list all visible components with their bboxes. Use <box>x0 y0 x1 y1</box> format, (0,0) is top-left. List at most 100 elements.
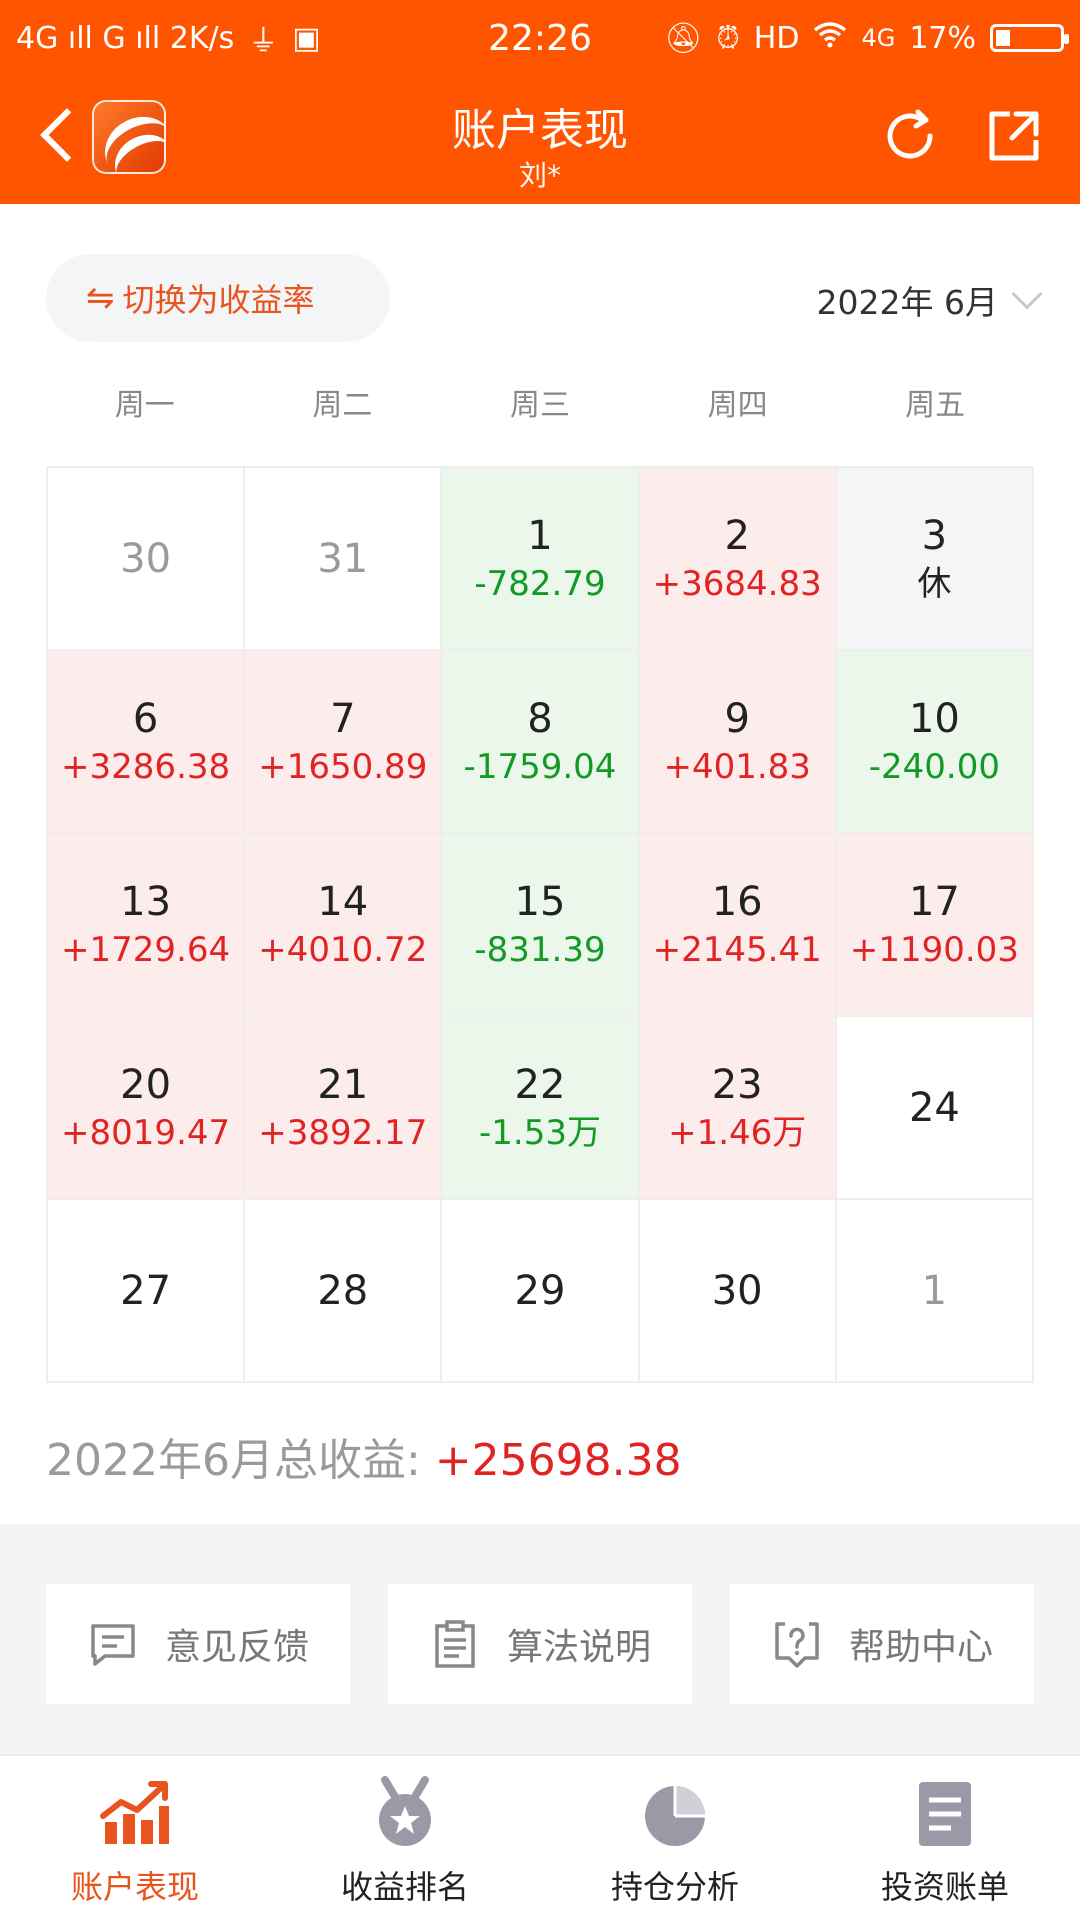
calendar-day-cell[interactable]: 30 <box>639 1200 837 1383</box>
day-profit: -1759.04 <box>463 747 617 788</box>
bottom-tab-bar: 账户表现 收益排名 持仓分析 投资账单 <box>0 1754 1080 1920</box>
day-profit: +1729.64 <box>61 930 231 971</box>
profit-calendar: 30 31 1 -782.79 2 +3684.83 3休 6 +3286.38 7 +… <box>46 466 1034 1383</box>
switch-to-rate-button[interactable]: ⇋ 切换为收益率 <box>46 254 390 342</box>
share-button[interactable] <box>982 104 1046 168</box>
calendar-day-cell[interactable]: 28 <box>245 1200 443 1383</box>
calendar-day-cell[interactable]: 6 +3286.38 <box>48 651 246 834</box>
calendar-day-cell[interactable]: 1 -782.79 <box>442 468 640 651</box>
day-number: 17 <box>908 879 960 926</box>
day-profit: +3684.83 <box>652 564 822 605</box>
tab-investment-bill[interactable]: 投资账单 <box>810 1756 1080 1920</box>
day-profit: +3286.38 <box>61 747 231 788</box>
switch-label: 切换为收益率 <box>122 281 315 319</box>
wifi-icon <box>813 20 847 56</box>
battery-percent: 17% <box>909 20 976 56</box>
calendar-day-cell[interactable]: 20 +8019.47 <box>48 1017 246 1200</box>
total-amount: +25698.38 <box>434 1435 682 1486</box>
day-number: 21 <box>317 1062 369 1109</box>
tab-account-performance[interactable]: 账户表现 <box>0 1756 270 1920</box>
calendar-day-cell[interactable]: 14 +4010.72 <box>245 834 443 1017</box>
tab-label: 账户表现 <box>70 1868 199 1906</box>
swap-icon: ⇋ <box>86 278 115 318</box>
app-header: 4G ıll G ıll 2K/s ⏚ ▣ 🔕︎ ⏰︎ HD 4G 17% 22… <box>0 0 1080 204</box>
weekday-label: 周四 <box>707 388 768 423</box>
month-label: 2022年 6月 <box>816 283 998 322</box>
weekday-label: 周三 <box>509 388 570 423</box>
day-profit: -831.39 <box>474 930 606 971</box>
day-profit: +8019.47 <box>61 1113 231 1154</box>
day-number: 29 <box>514 1267 566 1314</box>
day-number: 23 <box>711 1062 763 1109</box>
day-number: 3 <box>921 513 948 560</box>
trend-chart-icon <box>100 1781 169 1844</box>
day-profit: +3892.17 <box>258 1113 428 1154</box>
calendar-day-cell[interactable]: 31 <box>245 468 443 651</box>
calendar-day-cell[interactable]: 27 <box>48 1200 246 1383</box>
calendar-day-cell[interactable]: 10 -240.00 <box>836 651 1034 834</box>
weekday-label: 周一 <box>114 388 175 423</box>
calendar-day-cell[interactable]: 16 +2145.41 <box>639 834 837 1017</box>
signal-network-text: 4G ıll G ıll 2K/s <box>16 20 235 56</box>
document-icon <box>919 1782 971 1846</box>
medal-icon <box>379 1776 431 1846</box>
calendar-day-cell[interactable]: 7 +1650.89 <box>245 651 443 834</box>
algorithm-button[interactable]: 算法说明 <box>388 1584 692 1704</box>
day-profit: -782.79 <box>474 564 606 605</box>
calendar-day-cell[interactable]: 13 +1729.64 <box>48 834 246 1017</box>
calendar-day-cell[interactable]: 9 +401.83 <box>639 651 837 834</box>
calendar-day-cell[interactable]: 22 -1.53万 <box>442 1017 640 1200</box>
feedback-label: 意见反馈 <box>164 1627 309 1668</box>
mute-icon: 🔕︎ <box>664 20 703 56</box>
calendar-day-cell[interactable]: 2 +3684.83 <box>639 468 837 651</box>
help-center-button[interactable]: 帮助中心 <box>730 1584 1034 1704</box>
day-profit: +401.83 <box>663 747 811 788</box>
calendar-day-cell[interactable]: 3休 <box>836 468 1034 651</box>
message-icon <box>91 1624 135 1666</box>
day-profit: +4010.72 <box>258 930 428 971</box>
help-icon <box>775 1622 819 1668</box>
day-number: 27 <box>120 1267 172 1314</box>
battery-icon <box>990 24 1069 52</box>
hd-text: HD <box>753 20 800 56</box>
feedback-button[interactable]: 意见反馈 <box>46 1584 350 1704</box>
day-number: 16 <box>711 879 763 926</box>
day-number: 31 <box>317 535 369 582</box>
calendar-day-cell[interactable]: 1 <box>836 1200 1034 1383</box>
day-number: 2 <box>724 513 750 560</box>
tab-profit-ranking[interactable]: 收益排名 <box>270 1756 540 1920</box>
algorithm-label: 算法说明 <box>506 1627 651 1668</box>
tab-label: 投资账单 <box>880 1868 1009 1906</box>
calendar-day-cell[interactable]: 17 +1190.03 <box>836 834 1034 1017</box>
calendar-day-cell[interactable]: 30 <box>48 468 246 651</box>
tab-position-analysis[interactable]: 持仓分析 <box>540 1756 810 1920</box>
day-number: 30 <box>711 1267 763 1314</box>
weekday-label: 周五 <box>905 388 966 423</box>
day-number: 13 <box>120 879 172 926</box>
holiday-label: 休 <box>917 564 952 605</box>
weekday-label: 周二 <box>312 388 373 423</box>
day-profit: +2145.41 <box>652 930 822 971</box>
calendar-day-cell[interactable]: 15 -831.39 <box>442 834 640 1017</box>
calendar-day-cell[interactable]: 23 +1.46万 <box>639 1017 837 1200</box>
day-number: 1 <box>921 1267 948 1314</box>
day-number: 1 <box>527 513 553 560</box>
day-number: 6 <box>132 696 159 743</box>
calendar-day-cell[interactable]: 29 <box>442 1200 640 1383</box>
usb-icon: ⏚ <box>248 24 279 59</box>
refresh-button[interactable] <box>878 104 942 168</box>
chevron-down-icon <box>1011 278 1043 310</box>
day-number: 9 <box>724 696 750 743</box>
day-number: 22 <box>514 1062 566 1109</box>
mobile-data-text: 4G <box>861 24 896 52</box>
calendar-day-cell[interactable]: 24 <box>836 1017 1034 1200</box>
day-number: 8 <box>527 696 553 743</box>
calendar-day-cell[interactable]: 8 -1759.04 <box>442 651 640 834</box>
tab-label: 持仓分析 <box>610 1868 739 1906</box>
day-number: 7 <box>330 696 356 743</box>
alarm-icon: ⏰︎ <box>716 20 740 56</box>
weekday-header: 周一 周二 周三 周四 周五 <box>46 380 1034 424</box>
notification-icon: ▣ <box>292 20 321 56</box>
month-selector[interactable]: 2022年 6月 <box>816 276 1043 324</box>
calendar-day-cell[interactable]: 21 +3892.17 <box>245 1017 443 1200</box>
